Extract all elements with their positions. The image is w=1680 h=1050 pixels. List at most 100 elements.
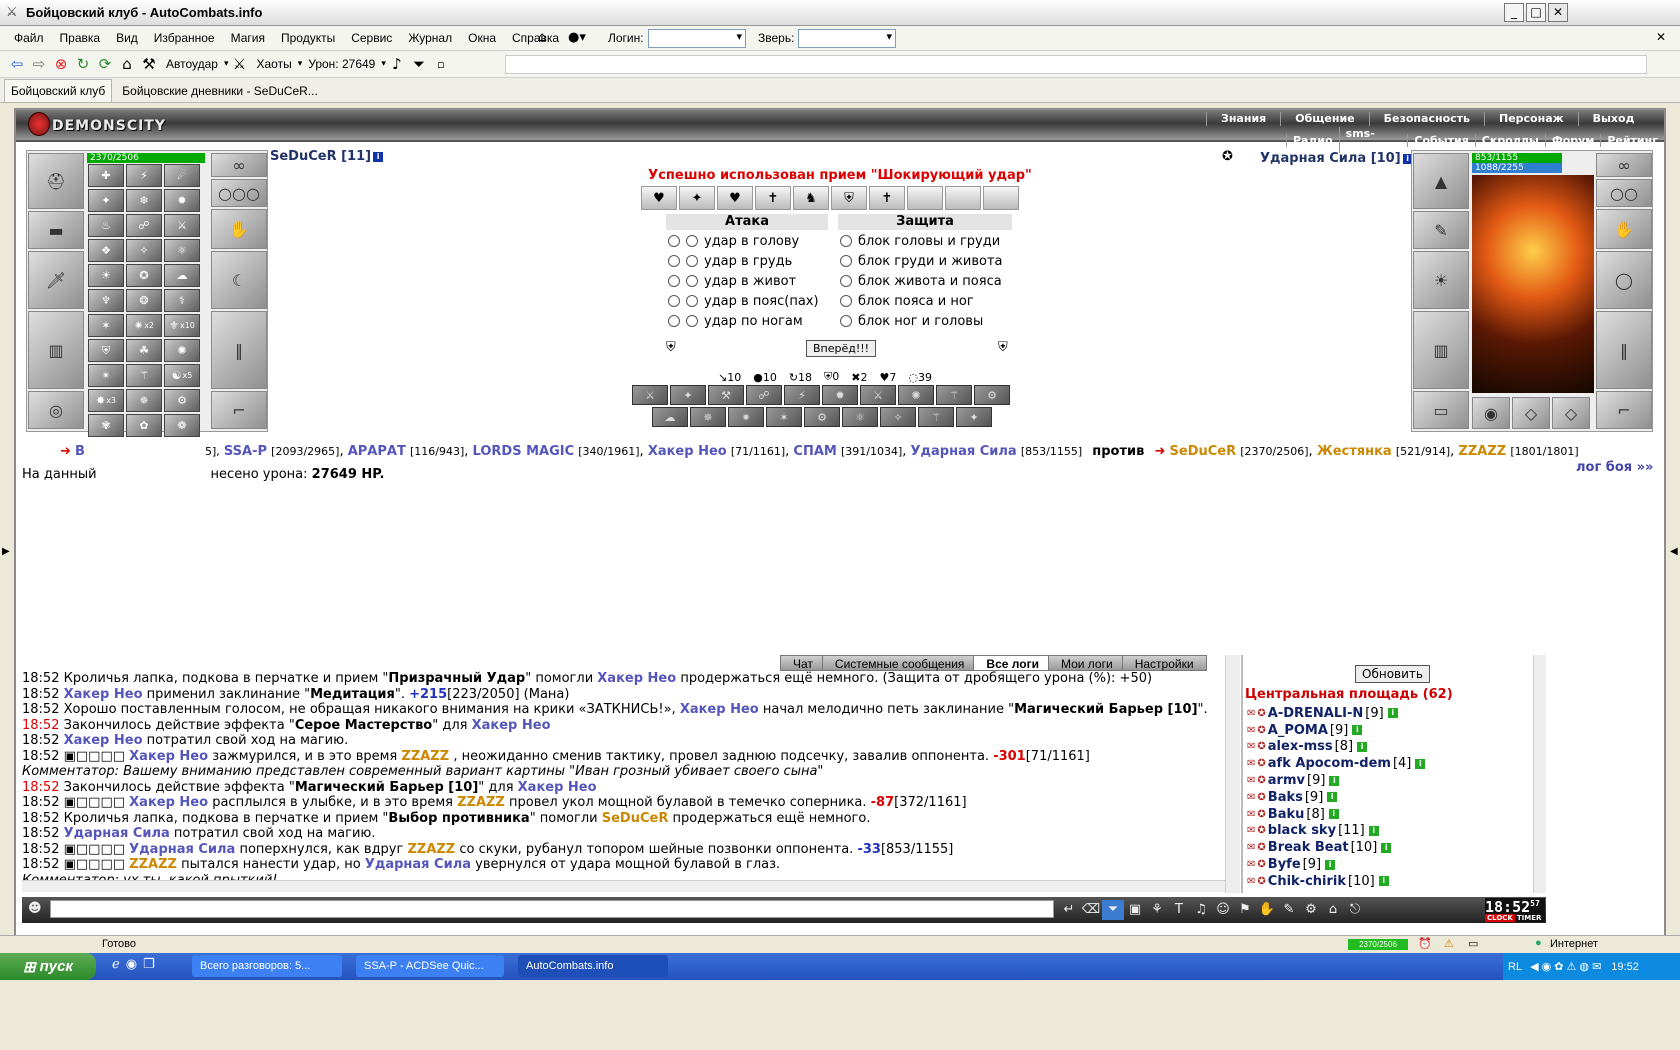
staff-icon[interactable]: ☀ [1413, 251, 1469, 309]
right-player-name[interactable]: Ударная Сила [10] i [1260, 151, 1413, 166]
ability-icon[interactable]: ⚡ [784, 385, 820, 405]
magic-scroll-icon[interactable]: ❄ [126, 189, 162, 212]
ability-icon[interactable]: ⚙ [974, 385, 1010, 405]
go-button[interactable]: Вперёд!!! [806, 340, 877, 357]
defense-option[interactable]: блок головы и груди [840, 231, 1003, 251]
magic-scroll-icon[interactable]: ✪ [126, 264, 162, 287]
stop-icon[interactable]: ⊗ [50, 51, 72, 78]
info-icon[interactable]: i [1381, 842, 1392, 853]
private-message-icon[interactable]: ✉ [1247, 876, 1255, 887]
ability-icon[interactable]: ⚔ [632, 385, 668, 405]
task-autocombats[interactable]: AutoCombats.info [518, 955, 668, 977]
clan-icon[interactable]: ⚑ [1234, 900, 1256, 920]
magic-scroll-icon[interactable]: ♆ [88, 289, 124, 312]
ability-icon[interactable]: ⚙ [804, 407, 840, 427]
scroll-icon[interactable]: ✎ [1278, 900, 1300, 920]
belt-icon[interactable]: ◎ [28, 391, 84, 429]
magic-scroll-icon[interactable]: ☘ [126, 339, 162, 362]
earrings-icon[interactable]: ∞ [1596, 153, 1652, 177]
shield-icon[interactable]: ☾ [211, 251, 267, 309]
login-combo[interactable]: ▾ [648, 29, 746, 48]
left-panel-arrow[interactable]: ▶ [2, 546, 10, 557]
boots-icon[interactable]: ⌐ [211, 391, 267, 429]
magic-scroll-icon[interactable]: ❁ [164, 414, 200, 437]
attack-radio-2[interactable] [686, 275, 698, 287]
magic-scroll-icon[interactable]: ☯ x5 [164, 364, 200, 387]
magic-scroll-icon[interactable]: ⚡ [126, 164, 162, 187]
nav-character[interactable]: Персонаж [1484, 112, 1578, 126]
defense-option[interactable]: блок груди и живота [840, 251, 1003, 271]
scroll-icon[interactable]: ✎ [1413, 211, 1469, 249]
nav-communication[interactable]: Общение [1280, 112, 1368, 126]
attack-option[interactable]: удар в пояс(пах) [668, 291, 819, 311]
nav-radio[interactable]: Радио [1286, 133, 1339, 147]
magic-scroll-icon[interactable]: ✷ x2 [126, 314, 162, 337]
chat-user[interactable]: ✉ ✪ Baku [8] i [1247, 806, 1425, 823]
team-member[interactable]: LORDS MAGIC [340/1961], [473, 444, 648, 459]
private-message-icon[interactable]: ✉ [1247, 741, 1255, 752]
magic-scroll-icon[interactable]: ⚛ [164, 239, 200, 262]
magic-scroll-icon[interactable]: ✿ [126, 414, 162, 437]
magic-scroll-icon[interactable]: ✹ [164, 189, 200, 212]
private-message-icon[interactable]: ✉ [1247, 842, 1255, 853]
sound-icon[interactable]: ♪ [386, 51, 408, 78]
info-icon[interactable]: i [1325, 859, 1336, 870]
nav-rating[interactable]: Рейтинг [1600, 133, 1664, 147]
chat-user[interactable]: ✉ ✪ armv [9] i [1247, 772, 1425, 789]
attack-radio-2[interactable] [686, 315, 698, 327]
send-icon[interactable]: ↵ [1058, 900, 1080, 920]
team-member[interactable]: АРАРАТ [116/943], [348, 444, 473, 459]
magic-scroll-icon[interactable]: ⚙ [164, 389, 200, 412]
ability-icon[interactable]: ✵ [690, 407, 726, 427]
rings-icon[interactable]: ○○ [1596, 179, 1652, 207]
haoty-button[interactable]: Хаоты [251, 51, 298, 78]
chat-scrollbar[interactable] [1533, 655, 1546, 893]
tab-system-messages[interactable]: Системные сообщения [821, 655, 978, 671]
tab-all-logs[interactable]: Все логи [973, 655, 1052, 671]
empty-trick-slot[interactable] [945, 186, 981, 210]
smiley-menu-icon[interactable]: ☻ [28, 901, 42, 916]
hand-icon[interactable]: ✋ [1256, 900, 1278, 920]
defense-option[interactable]: блок пояса и ног [840, 291, 1003, 311]
attack-radio-1[interactable] [668, 235, 680, 247]
smile-icon[interactable]: ☺ [1212, 900, 1234, 920]
amulet-icon[interactable]: ◉ [1472, 397, 1510, 429]
attack-radio-2[interactable] [686, 235, 698, 247]
menu-windows[interactable]: Окна [460, 26, 504, 51]
team-member[interactable]: СПАМ [391/1034], [793, 444, 910, 459]
refresh-icon[interactable]: ↻ [72, 51, 94, 78]
autoudar-button[interactable]: Автоудар [160, 51, 224, 78]
media-icon[interactable]: ◉ [126, 957, 137, 972]
menu-journal[interactable]: Журнал [400, 26, 460, 51]
defense-radio[interactable] [840, 255, 852, 267]
forward-icon[interactable]: ⇨ [28, 51, 50, 78]
earrings-icon[interactable]: ∞ [211, 153, 267, 177]
back-icon[interactable]: ⇦ [6, 51, 28, 78]
private-message-icon[interactable]: ✉ [1247, 758, 1255, 769]
magic-scroll-icon[interactable]: ✚ [88, 164, 124, 187]
reload-icon[interactable]: ⟳ [94, 51, 116, 78]
magic-scroll-icon[interactable]: ⚔ [164, 214, 200, 237]
right-panel-arrow[interactable]: ◀ [1670, 546, 1678, 557]
ability-icon[interactable]: ✹ [822, 385, 858, 405]
magic-scroll-icon[interactable]: ✸ x3 [88, 389, 124, 412]
chat-user[interactable]: ✉ ✪ afk Apocom-dem [4] i [1247, 755, 1426, 772]
team-member[interactable]: SeDuCeR [2370/2506], [1170, 444, 1317, 459]
close-menu-icon[interactable]: ✕ [1656, 30, 1666, 44]
task-acdsee[interactable]: SSA-P - ACDSee Quic... [356, 955, 504, 977]
refresh-button[interactable]: Обновить [1355, 665, 1430, 683]
ability-icon[interactable]: ⚚ [936, 385, 972, 405]
ability-icon[interactable]: ✺ [898, 385, 934, 405]
private-message-icon[interactable]: ✉ [1247, 792, 1255, 803]
ability-icon[interactable]: ✷ [728, 407, 764, 427]
house-icon[interactable]: ⌂ [116, 51, 138, 78]
nav-exit[interactable]: Выход [1577, 112, 1649, 126]
ability-icon[interactable]: ☍ [746, 385, 782, 405]
attack-radio-1[interactable] [668, 315, 680, 327]
language-indicator[interactable]: RL [1508, 961, 1522, 973]
attack-option[interactable]: удар в грудь [668, 251, 819, 271]
trick-icon[interactable]: ✝ [755, 186, 791, 210]
chat-user[interactable]: ✉ ✪ alex-mss [8] i [1247, 739, 1425, 756]
info-icon[interactable]: i [1352, 725, 1363, 736]
magic-scroll-icon[interactable]: ✧ [126, 239, 162, 262]
